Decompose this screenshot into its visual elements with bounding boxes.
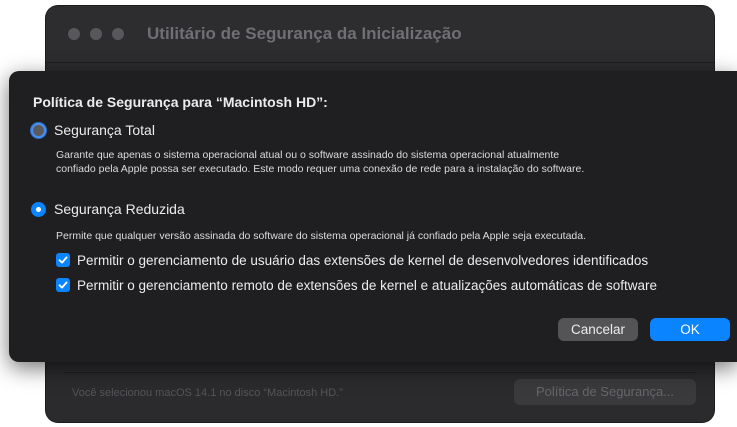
remote-kext-management-label: Permitir o gerenciamento remoto de exten… [77,277,658,293]
reduced-security-radio[interactable] [31,201,46,217]
reduced-security-description: Permite que qualquer versão assinada do … [56,230,587,242]
screen: Utilitário de Segurança da Inicialização… [0,0,737,427]
reduced-security-option[interactable]: Segurança Reduzida [31,199,185,219]
zoom-icon[interactable] [112,28,124,40]
full-security-radio[interactable] [31,122,46,138]
reduced-security-label: Segurança Reduzida [54,201,185,217]
window-titlebar: Utilitário de Segurança da Inicialização [46,6,714,63]
sheet-title: Política de Segurança para “Macintosh HD… [33,94,328,110]
full-security-option[interactable]: Segurança Total [31,120,155,140]
full-security-description-line1: Garante que apenas o sistema operacional… [56,149,560,161]
checkmark-icon[interactable] [56,278,70,292]
security-policy-sheet: Política de Segurança para “Macintosh HD… [9,71,737,362]
close-icon[interactable] [68,28,80,40]
checkmark-icon[interactable] [56,253,70,267]
window-footer: Você selecionou macOS 14.1 no disco “Mac… [64,372,696,411]
minimize-icon[interactable] [90,28,102,40]
kext-user-management-checkbox-row[interactable]: Permitir o gerenciamento de usuário das … [56,251,648,269]
ok-button[interactable]: OK [650,318,730,341]
cancel-button[interactable]: Cancelar [558,318,638,341]
window-title: Utilitário de Segurança da Inicialização [147,24,462,43]
full-security-label: Segurança Total [54,122,155,138]
security-policy-button[interactable]: Política de Segurança... [514,379,696,405]
selected-disk-text: Você selecionou macOS 14.1 no disco “Mac… [72,387,343,399]
remote-kext-management-checkbox-row[interactable]: Permitir o gerenciamento remoto de exten… [56,276,657,294]
full-security-description-line2: confiado pela Apple possa ser executado.… [56,163,585,175]
kext-user-management-label: Permitir o gerenciamento de usuário das … [77,252,649,268]
